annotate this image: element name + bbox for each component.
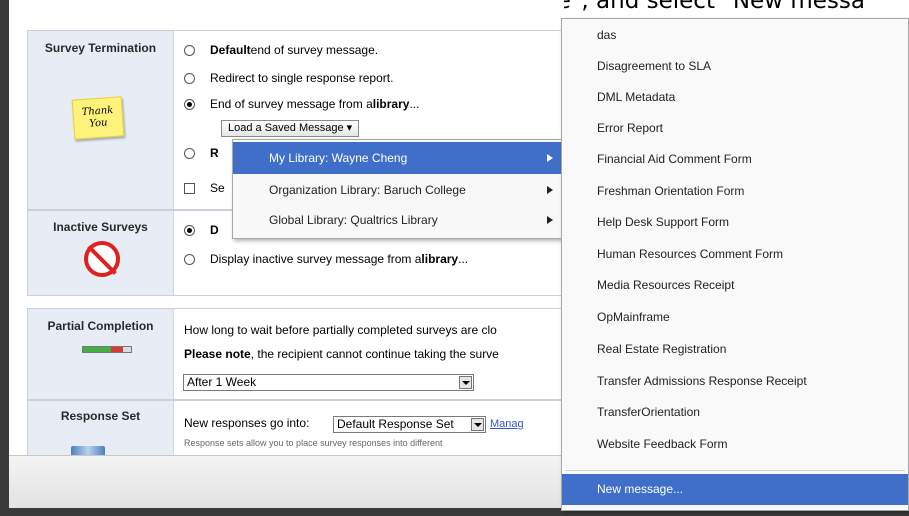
survey-options-dialog: Survey Termination Thank You Default end… [9, 0, 564, 508]
partial-note-rest: , the recipient cannot continue taking t… [250, 347, 499, 361]
chevron-right-icon [547, 216, 553, 224]
message-item[interactable]: Disagreement to SLA [562, 51, 908, 82]
option-redirect-text: Redirect to single response report. [210, 71, 394, 85]
message-item[interactable]: Help Desk Support Form [562, 207, 908, 238]
partial-completion-label-cell: Partial Completion [28, 309, 174, 399]
message-item[interactable]: Financial Aid Comment Form [562, 144, 908, 175]
response-set-title: Response Set [60, 409, 141, 423]
menu-item-my-library-label: My Library: Wayne Cheng [269, 151, 408, 165]
radio-inactive-default[interactable] [184, 224, 195, 236]
response-set-hint: Response sets allow you to place survey … [184, 438, 443, 448]
message-item[interactable]: Real Estate Registration [562, 334, 908, 365]
partial-completion-section: Partial Completion How long to wait befo… [27, 308, 564, 400]
inactive-surveys-title: Inactive Surveys [53, 220, 148, 234]
response-set-select[interactable]: Default Response Set [333, 416, 486, 433]
option-inactive-suffix: ... [458, 252, 469, 266]
chevron-down-icon[interactable] [471, 418, 484, 431]
thank-you-note-text: Thank You [81, 104, 114, 130]
radio-inactive-library[interactable] [184, 253, 195, 265]
checkbox-se[interactable] [184, 182, 195, 194]
option-library-bold: library [372, 97, 410, 111]
partial-completion-select-value: After 1 Week [187, 375, 257, 389]
message-submenu: das Disagreement to SLA DML Metadata Err… [561, 18, 909, 511]
backdrop-left [0, 0, 9, 516]
menu-item-organization-library[interactable]: Organization Library: Baruch College [233, 174, 561, 206]
menu-item-global-library[interactable]: Global Library: Qualtrics Library [233, 204, 561, 236]
message-item[interactable]: OpMainframe [562, 302, 908, 333]
option-inactive-prefix: Display inactive survey message from a [210, 252, 422, 266]
radio-library-message[interactable] [184, 98, 195, 110]
new-message-item[interactable]: New message... [562, 474, 908, 505]
checkbox-se-label: Se [210, 181, 225, 195]
option-inactive-default-bold: D [210, 223, 219, 237]
thank-you-note-icon: Thank You [71, 96, 125, 140]
option-checkbox-se[interactable]: Se [184, 181, 225, 195]
message-item[interactable]: das [562, 20, 908, 51]
option-redirect-report[interactable]: Redirect to single response report. [184, 71, 393, 85]
option-inactive-default[interactable]: D [184, 223, 219, 237]
prohibited-icon [84, 241, 120, 277]
manage-response-sets-link[interactable]: Manag [490, 418, 524, 430]
option-inactive-library[interactable]: Display inactive survey message from a l… [184, 252, 468, 266]
response-set-label: New responses go into: [184, 416, 310, 430]
survey-termination-label-cell: Survey Termination Thank You [28, 31, 174, 209]
partial-note-bold: Please note [184, 347, 251, 361]
menu-item-organization-library-label: Organization Library: Baruch College [269, 183, 466, 197]
partial-completion-body: How long to wait before partially comple… [174, 309, 564, 399]
library-submenu: My Library: Wayne Cheng Organization Lib… [232, 139, 562, 239]
option-default-text: end of survey message. [250, 43, 379, 57]
survey-termination-title: Survey Termination [44, 41, 157, 55]
option-default-bold: Default [210, 43, 251, 57]
option-inactive-bold: library [421, 252, 459, 266]
menu-item-my-library[interactable]: My Library: Wayne Cheng [233, 142, 561, 174]
option-r[interactable]: R [184, 146, 219, 160]
message-item[interactable]: TransferOrientation [562, 397, 908, 428]
message-item[interactable]: Freshman Orientation Form [562, 176, 908, 207]
option-default-end[interactable]: Default end of survey message. [184, 43, 378, 57]
response-set-body: New responses go into: Default Response … [174, 401, 564, 459]
radio-default-end[interactable] [184, 44, 195, 56]
message-item[interactable]: Error Report [562, 113, 908, 144]
partial-progress-icon [82, 346, 132, 353]
partial-completion-select[interactable]: After 1 Week [183, 374, 474, 391]
option-library-suffix: ... [409, 97, 420, 111]
chevron-right-icon [547, 154, 553, 162]
message-item[interactable]: Transfer Admissions Response Receipt [562, 366, 908, 397]
partial-completion-title: Partial Completion [47, 319, 154, 333]
response-set-section: Response Set New responses go into: Defa… [27, 400, 564, 460]
option-library-message[interactable]: End of survey message from a library... [184, 97, 419, 111]
load-saved-message-button[interactable]: Load a Saved Message ▾ [221, 120, 360, 137]
chevron-right-icon [547, 186, 553, 194]
option-r-bold: R [210, 146, 219, 160]
option-library-prefix: End of survey message from a [210, 97, 373, 111]
message-item[interactable]: Human Resources Comment Form [562, 239, 908, 270]
menu-item-global-library-label: Global Library: Qualtrics Library [269, 213, 438, 227]
partial-completion-note: Please note, the recipient cannot contin… [184, 347, 499, 361]
chevron-down-icon[interactable] [459, 376, 472, 389]
message-item[interactable]: DML Metadata [562, 82, 908, 113]
radio-r[interactable] [184, 147, 195, 159]
partial-completion-question: How long to wait before partially comple… [184, 323, 497, 337]
radio-redirect-report[interactable] [184, 72, 195, 84]
message-item[interactable]: Website Feedback Form [562, 429, 908, 460]
message-item[interactable]: Media Resources Receipt [562, 270, 908, 301]
menu-separator [565, 470, 905, 471]
response-set-select-value: Default Response Set [337, 417, 454, 431]
